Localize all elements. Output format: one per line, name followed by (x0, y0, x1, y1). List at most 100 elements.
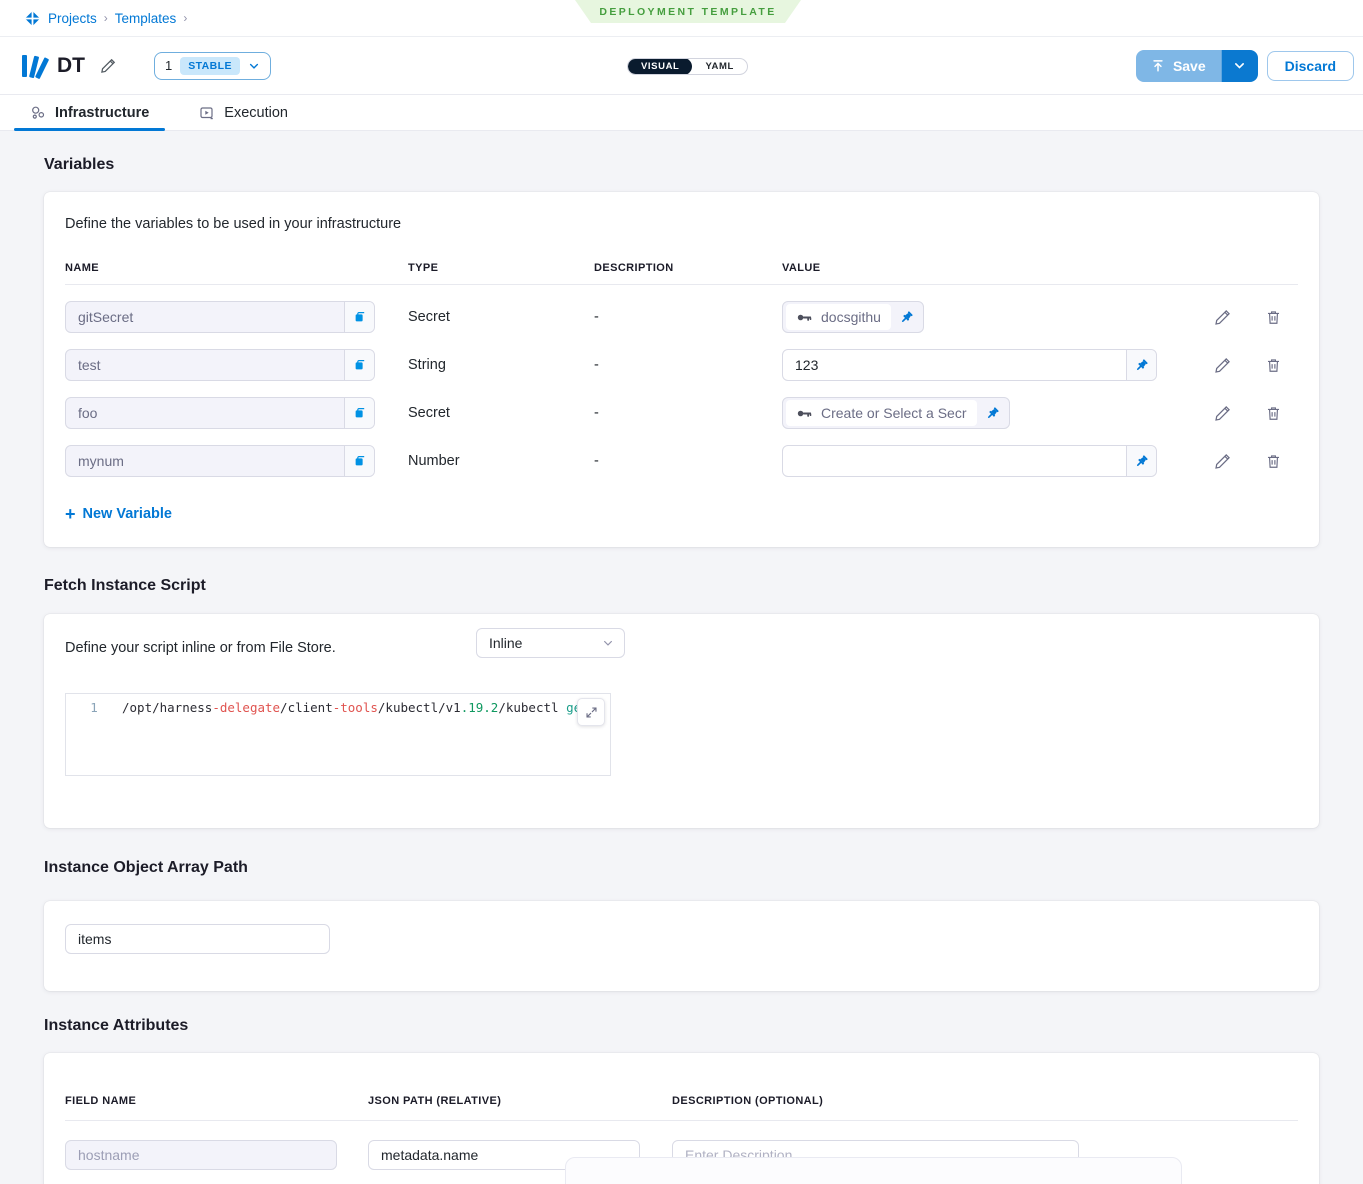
variable-value-input[interactable] (782, 349, 1157, 381)
pin-icon[interactable] (1126, 350, 1156, 380)
delete-variable-button[interactable] (1263, 355, 1284, 376)
tab-bar: Infrastructure Execution (0, 95, 1363, 131)
variable-row: Secret - Create or Select a Secr (65, 397, 1298, 429)
pin-icon[interactable] (977, 398, 1009, 428)
script-source-label: Define your script inline or from File S… (65, 640, 336, 656)
edit-variable-button[interactable] (1212, 306, 1234, 328)
secret-value-label: Create or Select a Secr (821, 405, 967, 421)
trash-icon (1265, 405, 1282, 422)
instance-path-card (44, 901, 1319, 991)
column-description-optional: DESCRIPTION (OPTIONAL) (672, 1095, 1298, 1107)
deployment-template-ribbon: DEPLOYMENT TEMPLATE (575, 0, 801, 23)
column-json-path: JSON PATH (RELATIVE) (368, 1095, 672, 1107)
line-number: 1 (66, 700, 122, 715)
pin-icon[interactable] (891, 302, 923, 332)
copy-icon (353, 454, 367, 468)
delete-variable-button[interactable] (1263, 403, 1284, 424)
toggle-yaml[interactable]: YAML (692, 58, 746, 75)
instance-path-input[interactable] (65, 924, 330, 954)
tab-execution[interactable]: Execution (199, 95, 288, 131)
breadcrumb-projects[interactable]: Projects (48, 11, 97, 26)
variable-name-field (65, 397, 375, 429)
secret-value-label: docsgithu (821, 309, 881, 325)
variables-description: Define the variables to be used in your … (65, 210, 1298, 232)
variable-value-input[interactable] (782, 445, 1157, 477)
template-library-icon (20, 54, 46, 78)
fetch-script-card: Define your script inline or from File S… (44, 614, 1319, 828)
variable-name-input[interactable] (66, 398, 344, 428)
script-store-value: Inline (489, 635, 522, 651)
pencil-icon (1214, 404, 1232, 422)
projects-icon (24, 10, 41, 27)
variable-name-field (65, 445, 375, 477)
attribute-field-name-input[interactable] (65, 1140, 337, 1170)
breadcrumb-separator: › (183, 11, 187, 25)
template-header: DT 1 STABLE VISUAL YAML Save (0, 37, 1363, 95)
variable-description: - (594, 453, 782, 469)
column-value: VALUE (782, 262, 1165, 274)
delete-variable-button[interactable] (1263, 451, 1284, 472)
edit-variable-button[interactable] (1212, 402, 1234, 424)
variable-type: Number (408, 453, 594, 469)
variable-row: Secret - docsgithu (65, 301, 1298, 333)
column-field-name: FIELD NAME (65, 1095, 368, 1107)
version-number: 1 (165, 58, 172, 73)
new-variable-label: New Variable (83, 506, 172, 522)
edit-title-button[interactable] (96, 53, 121, 78)
infrastructure-panel: Variables Define the variables to be use… (0, 131, 1363, 1184)
discard-button[interactable]: Discard (1267, 51, 1354, 81)
variable-name-input[interactable] (66, 302, 344, 332)
toggle-visual[interactable]: VISUAL (628, 58, 692, 75)
script-store-select[interactable]: Inline (476, 628, 625, 658)
variable-name-input[interactable] (66, 350, 344, 380)
edit-variable-button[interactable] (1212, 450, 1234, 472)
copy-button[interactable] (344, 446, 374, 476)
pencil-icon (1214, 356, 1232, 374)
secret-value-chip[interactable]: Create or Select a Secr (782, 397, 1010, 429)
upload-icon (1151, 59, 1165, 73)
trash-icon (1265, 309, 1282, 326)
pencil-icon (1214, 452, 1232, 470)
column-type: TYPE (408, 262, 594, 274)
new-variable-button[interactable]: + New Variable (65, 506, 172, 522)
secret-value-chip[interactable]: docsgithu (782, 301, 924, 333)
execution-icon (199, 105, 215, 121)
variable-row: Number - (65, 445, 1298, 477)
variables-card: Define the variables to be used in your … (44, 192, 1319, 547)
script-code-editor[interactable]: 1/opt/harness-delegate/client-tools/kube… (65, 693, 611, 776)
save-options-button[interactable] (1221, 50, 1258, 82)
visual-yaml-toggle: VISUAL YAML (627, 58, 748, 75)
stable-badge: STABLE (180, 57, 240, 75)
copy-button[interactable] (344, 398, 374, 428)
copy-icon (353, 310, 367, 324)
key-icon (796, 309, 813, 326)
template-title: DT (57, 54, 85, 78)
script-code-line: 1/opt/harness-delegate/client-tools/kube… (66, 694, 610, 715)
tab-infrastructure[interactable]: Infrastructure (30, 95, 149, 131)
breadcrumb: Projects › Templates › (24, 10, 187, 27)
bottom-cutoff-panel (565, 1157, 1182, 1184)
variables-table-header: NAME TYPE DESCRIPTION VALUE (65, 262, 1298, 285)
fetch-instance-script-heading: Fetch Instance Script (44, 577, 1319, 595)
breadcrumb-templates[interactable]: Templates (115, 11, 177, 26)
instance-path-heading: Instance Object Array Path (44, 859, 1319, 877)
version-selector[interactable]: 1 STABLE (154, 52, 271, 80)
variable-type: Secret (408, 405, 594, 421)
variable-name-field (65, 301, 375, 333)
copy-button[interactable] (344, 350, 374, 380)
attributes-table-header: FIELD NAME JSON PATH (RELATIVE) DESCRIPT… (65, 1095, 1298, 1121)
save-label: Save (1173, 58, 1206, 74)
save-button[interactable]: Save (1136, 50, 1221, 82)
infrastructure-icon (30, 105, 46, 121)
variable-description: - (594, 309, 782, 325)
delete-variable-button[interactable] (1263, 307, 1284, 328)
expand-editor-button[interactable] (577, 698, 605, 726)
trash-icon (1265, 357, 1282, 374)
pin-icon[interactable] (1126, 446, 1156, 476)
tab-infrastructure-label: Infrastructure (55, 105, 149, 121)
key-icon (796, 405, 813, 422)
variable-description: - (594, 405, 782, 421)
variable-name-input[interactable] (66, 446, 344, 476)
copy-button[interactable] (344, 302, 374, 332)
edit-variable-button[interactable] (1212, 354, 1234, 376)
